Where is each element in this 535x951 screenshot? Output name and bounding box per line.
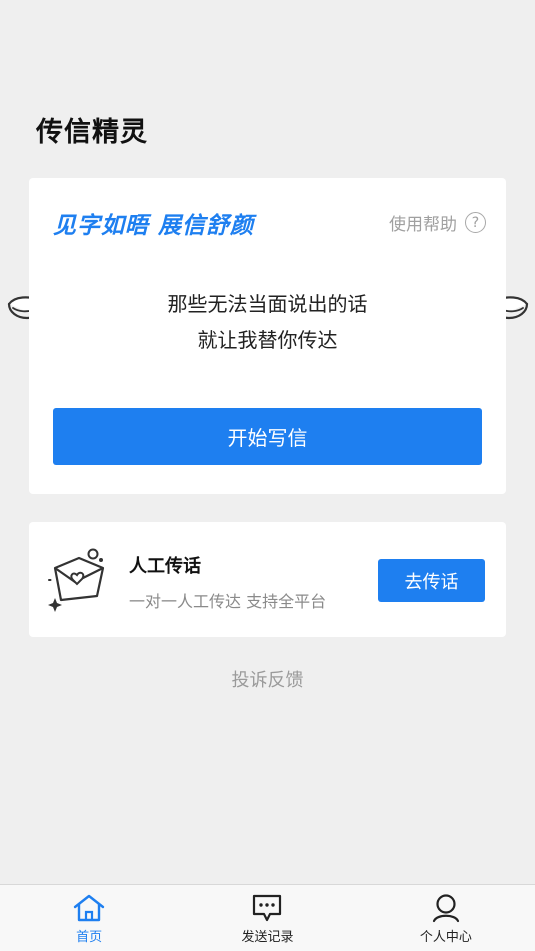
home-page: 传信精灵 见字如晤 展信舒颜 使用帮助 ? 那些无法当面说出的话 就让我替你传达… <box>0 0 535 951</box>
question-circle-icon: ? <box>465 212 486 233</box>
nav-profile[interactable]: 个人中心 <box>357 885 535 951</box>
nav-send-records[interactable]: 发送记录 <box>178 885 356 951</box>
nav-profile-label: 个人中心 <box>419 930 472 945</box>
home-icon <box>73 894 105 922</box>
go-relay-button[interactable]: 去传话 <box>378 559 485 602</box>
message-line-2: 就让我替你传达 <box>197 328 338 352</box>
person-icon <box>432 894 459 923</box>
envelope-heart-icon <box>48 548 105 612</box>
message-line-1: 那些无法当面说出的话 <box>167 292 368 316</box>
help-label: 使用帮助 <box>389 215 457 235</box>
message-text: 那些无法当面说出的话 就让我替你传达 <box>29 286 506 358</box>
human-relay-subtitle: 一对一人工传达 支持全平台 <box>129 592 327 611</box>
nav-send-records-label: 发送记录 <box>241 930 294 945</box>
complaint-feedback-link[interactable]: 投诉反馈 <box>0 666 535 692</box>
letter-card: 见字如晤 展信舒颜 使用帮助 ? 那些无法当面说出的话 就让我替你传达 开始写信 <box>29 178 506 494</box>
bottom-nav: 首页 发送记录 个人中心 <box>0 884 535 951</box>
nav-home[interactable]: 首页 <box>0 885 178 951</box>
slogan: 见字如晤 展信舒颜 <box>53 213 255 239</box>
help-link[interactable]: 使用帮助 ? <box>389 210 486 235</box>
human-relay-card: 人工传话 一对一人工传达 支持全平台 去传话 <box>29 522 506 637</box>
page-title: 传信精灵 <box>36 117 148 148</box>
nav-home-label: 首页 <box>76 930 103 945</box>
human-relay-title: 人工传话 <box>129 556 201 577</box>
message-icon <box>253 894 282 922</box>
start-writing-button[interactable]: 开始写信 <box>53 408 482 465</box>
